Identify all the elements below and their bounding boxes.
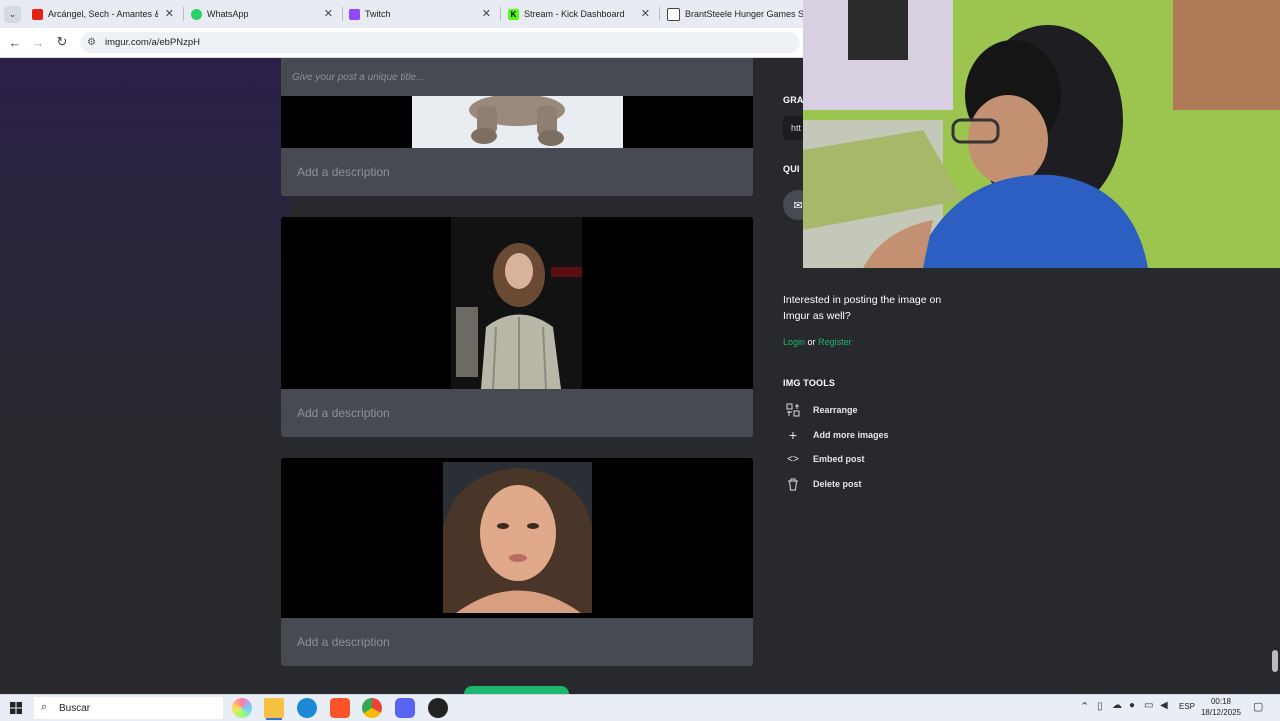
kick-icon: K bbox=[508, 8, 519, 20]
post-image-2 bbox=[281, 217, 753, 389]
copilot-icon[interactable] bbox=[232, 698, 252, 718]
trash-icon bbox=[783, 478, 803, 491]
obs-icon[interactable] bbox=[428, 698, 448, 718]
tab-whatsapp[interactable]: WhatsApp ✕ bbox=[191, 0, 341, 28]
portrait-image bbox=[451, 217, 582, 389]
arrow-left-icon: ← bbox=[8, 34, 22, 50]
whatsapp-icon bbox=[191, 8, 202, 20]
tool-label: Rearrange bbox=[813, 405, 858, 415]
language-indicator[interactable]: ESP bbox=[1179, 702, 1195, 711]
arrow-right-icon: → bbox=[31, 34, 45, 50]
background-gradient bbox=[0, 58, 290, 694]
graph-heading: GRA bbox=[783, 95, 804, 105]
brantsteele-icon bbox=[667, 7, 680, 21]
device-icon[interactable]: ▯ bbox=[1097, 701, 1103, 712]
description-input-1[interactable]: Add a description bbox=[281, 148, 753, 196]
register-link[interactable]: Register bbox=[818, 337, 852, 347]
start-button[interactable] bbox=[10, 701, 22, 714]
mail-icon: ✉ bbox=[793, 199, 803, 212]
windows-icon bbox=[10, 702, 22, 714]
twitch-icon bbox=[349, 8, 360, 20]
tab-title: Arcángel, Sech - Amantes & An bbox=[48, 9, 158, 19]
tab-title: BrantSteele Hunger Games Sim bbox=[685, 9, 803, 19]
clock[interactable]: 00:18 18/12/2025 bbox=[1198, 696, 1244, 718]
add-more-images-button[interactable]: + Add more images bbox=[783, 426, 889, 444]
tab-separator bbox=[659, 7, 660, 21]
rearrange-button[interactable]: Rearrange bbox=[783, 401, 858, 419]
post-title-placeholder: Give your post a unique title... bbox=[292, 72, 425, 83]
description-input-3[interactable]: Add a description bbox=[281, 618, 753, 666]
close-icon[interactable]: ✕ bbox=[482, 7, 491, 20]
cat-image bbox=[412, 96, 623, 148]
site-settings-icon[interactable]: ⚙ bbox=[87, 37, 96, 48]
tab-kick[interactable]: K Stream - Kick Dashboard ✕ bbox=[508, 0, 658, 28]
edge-icon[interactable] bbox=[297, 698, 317, 718]
login-link[interactable]: Login bbox=[783, 337, 805, 347]
tab-youtube[interactable]: Arcángel, Sech - Amantes & An ✕ bbox=[32, 0, 182, 28]
microphone-icon[interactable]: ● bbox=[1129, 700, 1135, 711]
tab-twitch[interactable]: Twitch ✕ bbox=[349, 0, 499, 28]
volume-icon[interactable]: ◀ bbox=[1160, 700, 1168, 711]
img-tools-heading: IMG TOOLS bbox=[783, 378, 836, 388]
date-text: 18/12/2025 bbox=[1200, 708, 1242, 717]
quick-heading: QUI bbox=[783, 164, 800, 174]
plus-icon: + bbox=[788, 427, 798, 443]
tab-separator bbox=[183, 7, 184, 21]
close-icon[interactable]: ✕ bbox=[641, 7, 650, 20]
description-input-2[interactable]: Add a description bbox=[281, 389, 753, 437]
description-placeholder: Add a description bbox=[297, 406, 390, 420]
post-title-input[interactable]: Give your post a unique title... bbox=[281, 58, 753, 96]
onedrive-icon[interactable]: ☁ bbox=[1112, 700, 1122, 711]
tab-separator bbox=[342, 7, 343, 21]
tab-title: WhatsApp bbox=[207, 9, 249, 19]
description-placeholder: Add a description bbox=[297, 165, 390, 179]
chevron-down-icon: ⌄ bbox=[8, 9, 17, 19]
notification-icon[interactable]: ▢ bbox=[1253, 700, 1263, 713]
description-placeholder: Add a description bbox=[297, 635, 390, 649]
brave-icon[interactable] bbox=[330, 698, 350, 718]
taskbar-search[interactable]: ⌕ Buscar bbox=[34, 697, 223, 719]
post-button[interactable] bbox=[464, 686, 569, 694]
close-icon[interactable]: ✕ bbox=[165, 7, 174, 20]
or-text: or bbox=[807, 337, 816, 347]
delete-post-button[interactable]: Delete post bbox=[783, 475, 862, 493]
tab-separator bbox=[500, 7, 501, 21]
link-value: htt bbox=[791, 123, 802, 133]
tab-title: Twitch bbox=[365, 9, 391, 19]
selfie-image bbox=[443, 462, 592, 613]
tab-title: Stream - Kick Dashboard bbox=[524, 9, 625, 19]
post-image-1 bbox=[281, 96, 753, 148]
file-explorer-icon[interactable] bbox=[264, 698, 284, 718]
tool-label: Embed post bbox=[813, 454, 865, 464]
embed-post-button[interactable]: <> Embed post bbox=[783, 450, 865, 468]
chevron-up-icon[interactable]: ⌃ bbox=[1080, 700, 1089, 713]
embed-icon: <> bbox=[787, 453, 799, 465]
tab-brantsteele[interactable]: BrantSteele Hunger Games Sim bbox=[667, 0, 803, 28]
webcam-overlay bbox=[803, 0, 1280, 268]
tab-search-button[interactable]: ⌄ bbox=[4, 6, 21, 23]
reload-icon: ↻ bbox=[56, 34, 68, 49]
post-image-3 bbox=[281, 458, 753, 618]
url-field[interactable]: ⚙ imgur.com/a/ebPNzpH bbox=[80, 32, 800, 53]
chrome-icon[interactable] bbox=[362, 698, 382, 718]
auth-links: Login or Register bbox=[783, 337, 852, 347]
time-text: 00:18 bbox=[1210, 697, 1232, 706]
search-icon: ⌕ bbox=[41, 701, 48, 713]
discord-icon[interactable] bbox=[395, 698, 415, 718]
tool-label: Add more images bbox=[813, 430, 889, 440]
scrollbar-thumb[interactable] bbox=[1272, 650, 1278, 672]
back-button[interactable]: ← bbox=[6, 33, 24, 51]
reload-button[interactable]: ↻ bbox=[53, 33, 71, 51]
rearrange-icon bbox=[783, 403, 803, 417]
windows-taskbar: ⌕ Buscar ⌃ ▯ ☁ ● ▭ ◀ ESP 00:18 18/12/202… bbox=[0, 694, 1280, 721]
url-text: imgur.com/a/ebPNzpH bbox=[105, 37, 201, 48]
webcam-image bbox=[803, 0, 1280, 268]
tool-label: Delete post bbox=[813, 479, 862, 489]
youtube-icon bbox=[32, 8, 43, 20]
forward-button[interactable]: → bbox=[29, 33, 47, 51]
search-placeholder: Buscar bbox=[59, 703, 91, 714]
network-icon[interactable]: ▭ bbox=[1144, 700, 1153, 711]
interest-text: Interested in posting the image on Imgur… bbox=[783, 294, 942, 322]
close-icon[interactable]: ✕ bbox=[324, 7, 333, 20]
